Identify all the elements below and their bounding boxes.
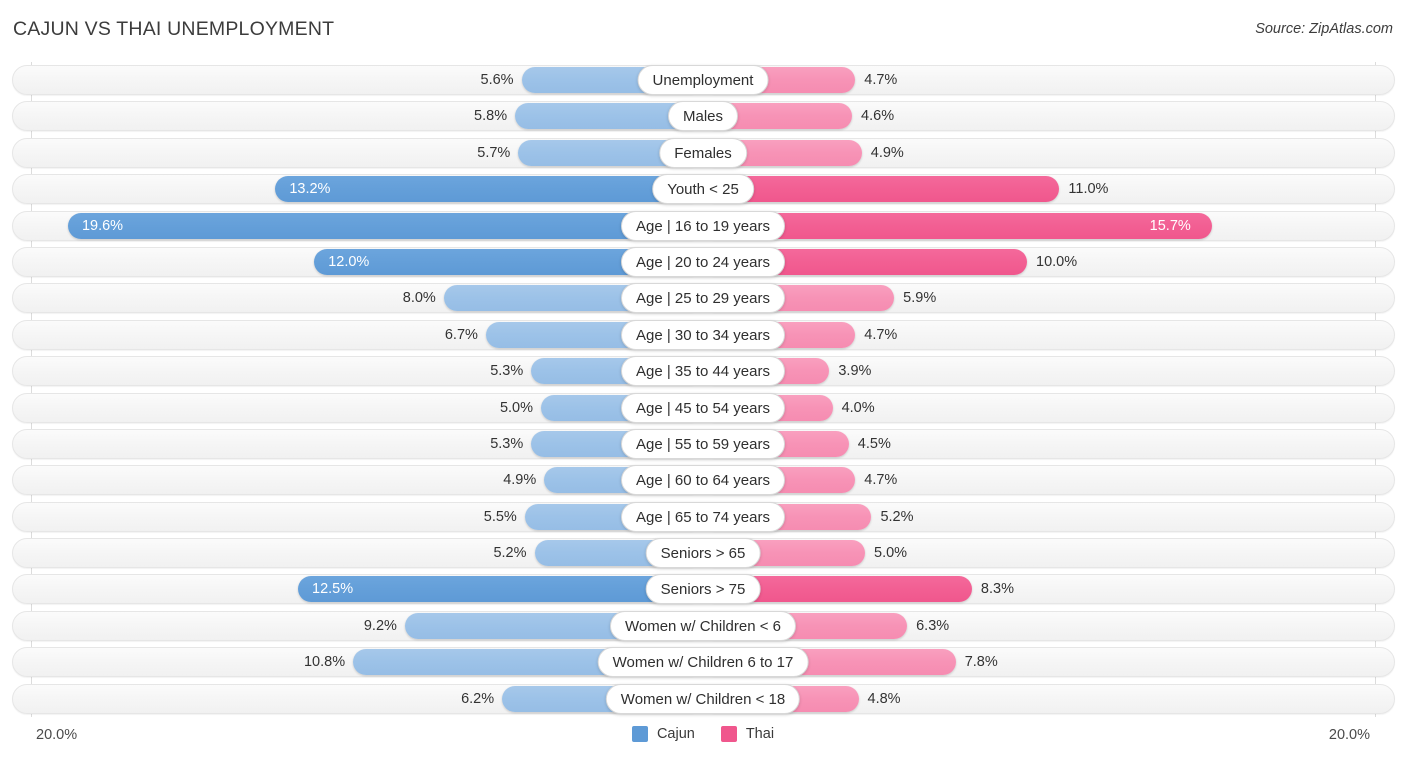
value-label-thai: 4.0%: [841, 399, 875, 416]
value-label-thai: 6.3%: [916, 617, 950, 634]
category-label[interactable]: Seniors > 65: [645, 538, 761, 569]
value-label-cajun: 5.8%: [474, 108, 508, 125]
chart-row: 5.3% 4.5% Age | 55 to 59 years: [0, 426, 1406, 462]
value-label-thai: 5.0%: [874, 545, 908, 562]
category-label[interactable]: Age | 25 to 29 years: [621, 283, 785, 314]
legend-item-cajun[interactable]: Cajun: [631, 726, 695, 742]
category-label[interactable]: Age | 30 to 34 years: [621, 319, 785, 350]
legend-item-thai[interactable]: Thai: [720, 726, 775, 742]
source-attribution: Source: ZipAtlas.com: [1255, 21, 1393, 37]
chart-row: 5.5% 5.2% Age | 65 to 74 years: [0, 499, 1406, 535]
category-label[interactable]: Youth < 25: [652, 174, 754, 205]
chart-row: 12.5% 8.3% Seniors > 75: [0, 571, 1406, 607]
legend-label: Cajun: [656, 726, 695, 742]
category-label[interactable]: Age | 20 to 24 years: [621, 246, 785, 277]
chart-row: 13.2% 11.0% Youth < 25: [0, 171, 1406, 207]
value-label-cajun: 10.8%: [303, 654, 346, 671]
value-label-cajun: 5.5%: [483, 508, 517, 525]
value-label-thai: 5.9%: [903, 290, 937, 307]
value-label-thai: 4.6%: [861, 108, 895, 125]
value-label-cajun: 5.6%: [480, 72, 514, 88]
value-label-thai: 8.3%: [980, 581, 1014, 598]
category-label[interactable]: Age | 55 to 59 years: [621, 428, 785, 459]
legend-swatch-icon: [631, 726, 648, 742]
value-label-thai: 4.7%: [864, 326, 898, 343]
chart-row: 9.2% 6.3% Women w/ Children < 6: [0, 608, 1406, 644]
category-label[interactable]: Age | 45 to 54 years: [621, 392, 785, 423]
page-title: CAJUN VS THAI UNEMPLOYMENT: [13, 18, 335, 40]
chart-legend: Cajun Thai: [0, 726, 1406, 742]
bar-thai[interactable]: [703, 176, 1060, 203]
legend-label: Thai: [745, 726, 775, 742]
value-label-cajun: 6.2%: [461, 690, 495, 707]
chart-row: 5.8% 4.6% Males: [0, 98, 1406, 134]
value-label-cajun: 12.5%: [312, 581, 354, 598]
value-label-cajun: 13.2%: [289, 181, 331, 198]
value-label-cajun: 9.2%: [363, 617, 397, 634]
category-label[interactable]: Age | 35 to 44 years: [621, 356, 785, 387]
category-label[interactable]: Unemployment: [637, 65, 769, 95]
chart-row: 12.0% 10.0% Age | 20 to 24 years: [0, 244, 1406, 280]
category-label[interactable]: Age | 16 to 19 years: [621, 210, 785, 241]
chart-row: 5.3% 3.9% Age | 35 to 44 years: [0, 353, 1406, 389]
value-label-cajun: 8.0%: [402, 290, 436, 307]
chart-row: 10.8% 7.8% Women w/ Children 6 to 17: [0, 644, 1406, 680]
bar-cajun[interactable]: [67, 212, 703, 239]
axis-tick-right: 20.0%: [1328, 727, 1370, 743]
value-label-cajun: 4.9%: [503, 472, 537, 489]
value-label-cajun: 5.2%: [493, 545, 527, 562]
value-label-cajun: 5.3%: [490, 435, 524, 452]
category-label[interactable]: Women w/ Children < 6: [609, 610, 797, 641]
category-label[interactable]: Women w/ Children 6 to 17: [597, 647, 809, 678]
category-label[interactable]: Age | 60 to 64 years: [621, 465, 785, 496]
chart-row: 5.7% 4.9% Females: [0, 135, 1406, 171]
value-label-thai: 4.5%: [857, 435, 891, 452]
chart-plot-area: 5.6% 4.7% Unemployment 5.8% 4.6% Males 5.7% 4.9…: [0, 62, 1406, 717]
chart-header: CAJUN VS THAI UNEMPLOYMENT Source: ZipAt…: [0, 0, 1406, 62]
value-label-thai: 7.8%: [964, 654, 998, 671]
value-label-thai: 15.7%: [1149, 217, 1191, 234]
chart-footer: 20.0% Cajun Thai 20.0%: [0, 717, 1406, 757]
category-label[interactable]: Seniors > 75: [645, 574, 761, 605]
chart-row: 5.2% 5.0% Seniors > 65: [0, 535, 1406, 571]
value-label-thai: 5.2%: [880, 508, 914, 525]
chart-rows: 5.6% 4.7% Unemployment 5.8% 4.6% Males 5.7% 4.9…: [0, 62, 1406, 717]
value-label-cajun: 12.0%: [328, 253, 370, 270]
value-label-thai: 3.9%: [838, 363, 872, 380]
category-label[interactable]: Women w/ Children < 18: [605, 683, 801, 714]
value-label-cajun: 19.6%: [81, 217, 124, 234]
value-label-thai: 4.9%: [870, 144, 904, 161]
value-label-cajun: 5.0%: [499, 399, 533, 416]
chart-row: 5.6% 4.7% Unemployment: [0, 62, 1406, 98]
chart-row: 19.6% 15.7% Age | 16 to 19 years: [0, 208, 1406, 244]
value-label-thai: 4.7%: [864, 72, 898, 88]
value-label-thai: 10.0%: [1036, 253, 1078, 270]
legend-swatch-icon: [720, 726, 737, 742]
category-label[interactable]: Males: [667, 101, 739, 132]
chart-row: 8.0% 5.9% Age | 25 to 29 years: [0, 280, 1406, 316]
value-label-thai: 4.7%: [864, 472, 898, 489]
category-label[interactable]: Age | 65 to 74 years: [621, 501, 785, 532]
value-label-thai: 11.0%: [1068, 181, 1109, 198]
chart-page: CAJUN VS THAI UNEMPLOYMENT Source: ZipAt…: [0, 0, 1406, 757]
value-label-cajun: 6.7%: [444, 326, 478, 343]
bar-cajun[interactable]: [298, 576, 703, 603]
value-label-cajun: 5.7%: [477, 144, 511, 161]
chart-row: 6.7% 4.7% Age | 30 to 34 years: [0, 317, 1406, 353]
chart-row: 6.2% 4.8% Women w/ Children < 18: [0, 681, 1406, 717]
category-label[interactable]: Females: [659, 137, 747, 168]
chart-row: 4.9% 4.7% Age | 60 to 64 years: [0, 462, 1406, 498]
value-label-thai: 4.8%: [867, 690, 901, 707]
chart-row: 5.0% 4.0% Age | 45 to 54 years: [0, 390, 1406, 426]
value-label-cajun: 5.3%: [490, 363, 524, 380]
bar-cajun[interactable]: [275, 176, 703, 203]
